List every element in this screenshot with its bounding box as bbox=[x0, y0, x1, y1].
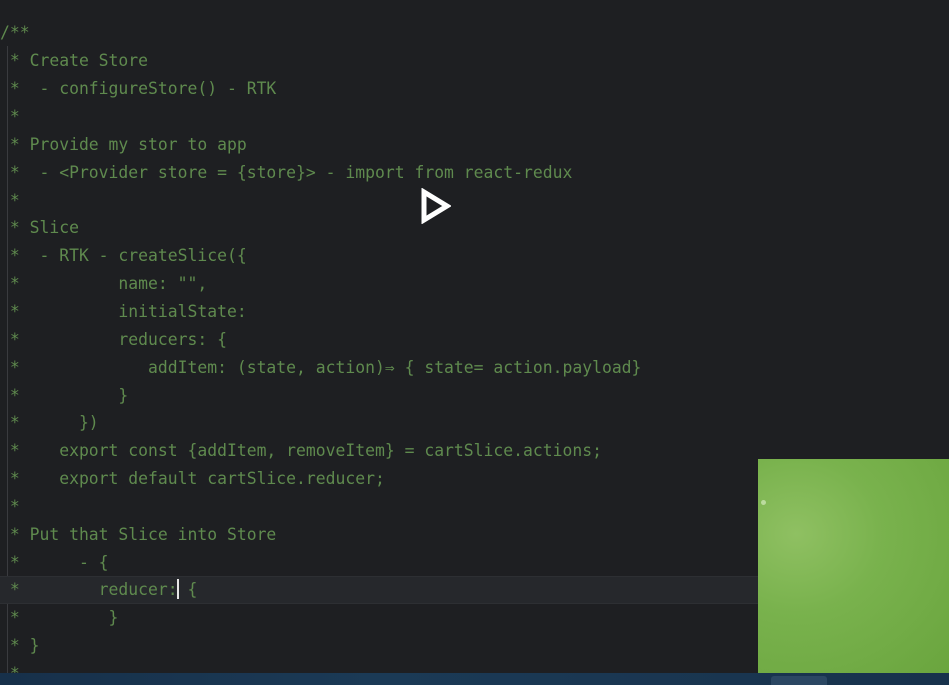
webcam-overlay bbox=[758, 459, 949, 673]
code-line-6[interactable]: * - <Provider store = {store}> - import … bbox=[0, 159, 572, 187]
current-line-rest: { bbox=[177, 580, 198, 599]
code-line-9[interactable]: * - RTK - createSlice({ bbox=[0, 242, 247, 270]
code-line-14[interactable]: * } bbox=[0, 382, 128, 410]
code-line-21-current[interactable]: * reducer: { bbox=[0, 576, 758, 604]
code-line-10[interactable]: * name: "", bbox=[0, 270, 207, 298]
play-icon[interactable] bbox=[419, 188, 451, 224]
code-line-3[interactable]: * - configureStore() - RTK bbox=[0, 75, 276, 103]
code-line-20[interactable]: * - { bbox=[0, 549, 109, 577]
code-line-8[interactable]: * Slice bbox=[0, 214, 79, 242]
taskbar bbox=[0, 673, 949, 685]
code-line-22[interactable]: * } bbox=[0, 604, 119, 632]
code-line-23[interactable]: * } bbox=[0, 632, 40, 660]
code-line-13[interactable]: * addItem: (state, action)⇒ { state= act… bbox=[0, 354, 642, 382]
webcam-speck bbox=[761, 500, 766, 505]
code-line-19[interactable]: * Put that Slice into Store bbox=[0, 521, 276, 549]
code-line-15[interactable]: * }) bbox=[0, 409, 99, 437]
code-line-12[interactable]: * reducers: { bbox=[0, 326, 227, 354]
code-line-7[interactable]: * bbox=[0, 187, 20, 215]
current-line-text: * reducer: bbox=[0, 580, 178, 599]
code-line-11[interactable]: * initialState: bbox=[0, 298, 247, 326]
taskbar-item[interactable] bbox=[771, 676, 827, 685]
code-line-2[interactable]: * Create Store bbox=[0, 47, 148, 75]
code-line-17[interactable]: * export default cartSlice.reducer; bbox=[0, 465, 385, 493]
code-line-16[interactable]: * export const {addItem, removeItem} = c… bbox=[0, 437, 602, 465]
code-line-5[interactable]: * Provide my stor to app bbox=[0, 131, 247, 159]
code-line-24[interactable]: * bbox=[0, 660, 20, 673]
code-editor[interactable]: /** * Create Store * - configureStore() … bbox=[0, 0, 949, 673]
code-line-1[interactable]: /** bbox=[0, 19, 30, 47]
code-line-18[interactable]: * bbox=[0, 493, 20, 521]
code-line-4[interactable]: * bbox=[0, 103, 20, 131]
